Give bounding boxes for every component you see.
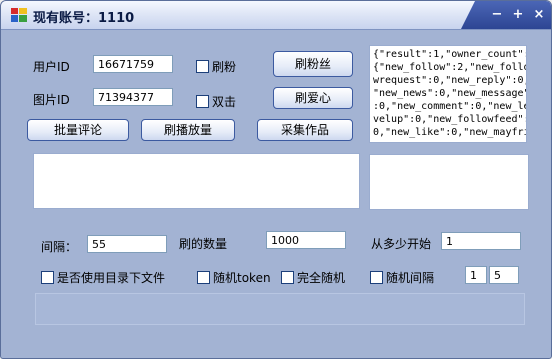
checkbox-box[interactable] bbox=[281, 271, 294, 284]
full-random-label: 完全随机 bbox=[297, 271, 346, 285]
start-from-input[interactable]: 1 bbox=[441, 232, 521, 250]
random-interval-checkbox[interactable]: 随机间隔 bbox=[370, 269, 434, 286]
use-dir-file-label: 是否使用目录下文件 bbox=[57, 271, 166, 285]
app-window: 现有账号：1110 − + × 用户ID 16671759 图片ID 71394… bbox=[0, 0, 552, 359]
response-line: 0,"new_like":0,"new_mayfri bbox=[373, 127, 527, 138]
comment-textarea[interactable] bbox=[33, 153, 360, 209]
checkbox-box[interactable] bbox=[41, 271, 54, 284]
response-textbox[interactable]: {"result":1,"owner_count": {"new_follow"… bbox=[369, 45, 527, 143]
interval-input[interactable]: 55 bbox=[87, 235, 167, 253]
double-click-checkbox[interactable]: 双击 bbox=[196, 93, 236, 110]
user-id-label: 用户ID bbox=[33, 60, 70, 74]
image-id-input[interactable]: 71394377 bbox=[93, 88, 173, 106]
response-line: "new_news":0,"new_message" bbox=[373, 88, 527, 99]
user-id-input[interactable]: 16671759 bbox=[93, 55, 173, 73]
use-dir-file-checkbox[interactable]: 是否使用目录下文件 bbox=[41, 269, 165, 286]
image-id-label: 图片ID bbox=[33, 93, 70, 107]
close-button[interactable]: × bbox=[531, 7, 547, 23]
fans-button[interactable]: 刷粉丝 bbox=[273, 51, 353, 77]
title-bar[interactable]: 现有账号：1110 − + × bbox=[1, 1, 551, 30]
full-random-checkbox[interactable]: 完全随机 bbox=[281, 269, 345, 286]
checkbox-box[interactable] bbox=[197, 271, 210, 284]
response-line: velup":0,"new_followfeed": bbox=[373, 114, 527, 125]
app-icon bbox=[11, 8, 27, 22]
amount-label: 刷的数量 bbox=[179, 237, 228, 251]
random-token-checkbox[interactable]: 随机token bbox=[197, 269, 271, 286]
play-count-button[interactable]: 刷播放量 bbox=[141, 119, 235, 141]
maximize-button[interactable]: + bbox=[510, 7, 526, 23]
checkbox-box[interactable] bbox=[196, 95, 209, 108]
amount-input[interactable]: 1000 bbox=[266, 231, 346, 249]
random-max-input[interactable]: 5 bbox=[489, 266, 519, 284]
start-from-label: 从多少开始 bbox=[371, 237, 432, 251]
minimize-button[interactable]: − bbox=[489, 7, 505, 23]
checkbox-box[interactable] bbox=[370, 271, 383, 284]
interval-label: 间隔： bbox=[41, 240, 78, 254]
response-line: {"new_follow":2,"new_follo bbox=[373, 62, 527, 73]
collect-works-button[interactable]: 采集作品 bbox=[257, 119, 353, 141]
response-line: :0,"new_comment":0,"new_le bbox=[373, 101, 527, 112]
response-line: wrequest":0,"new_reply":0, bbox=[373, 75, 527, 86]
checkbox-box[interactable] bbox=[196, 60, 209, 73]
window-controls: − + × bbox=[461, 1, 551, 29]
double-click-checkbox-label: 双击 bbox=[212, 95, 237, 109]
response-line: {"result":1,"owner_count": bbox=[373, 49, 527, 60]
batch-comment-button[interactable]: 批量评论 bbox=[27, 119, 129, 141]
fans-checkbox[interactable]: 刷粉 bbox=[196, 58, 236, 75]
window-title: 现有账号：1110 bbox=[33, 11, 135, 26]
status-bar bbox=[35, 293, 525, 325]
fans-checkbox-label: 刷粉 bbox=[212, 60, 237, 74]
random-min-input[interactable]: 1 bbox=[465, 266, 487, 284]
love-button[interactable]: 刷爱心 bbox=[273, 87, 353, 109]
random-interval-label: 随机间隔 bbox=[386, 271, 435, 285]
random-token-label: 随机token bbox=[213, 271, 271, 285]
log-textarea[interactable] bbox=[369, 154, 529, 210]
